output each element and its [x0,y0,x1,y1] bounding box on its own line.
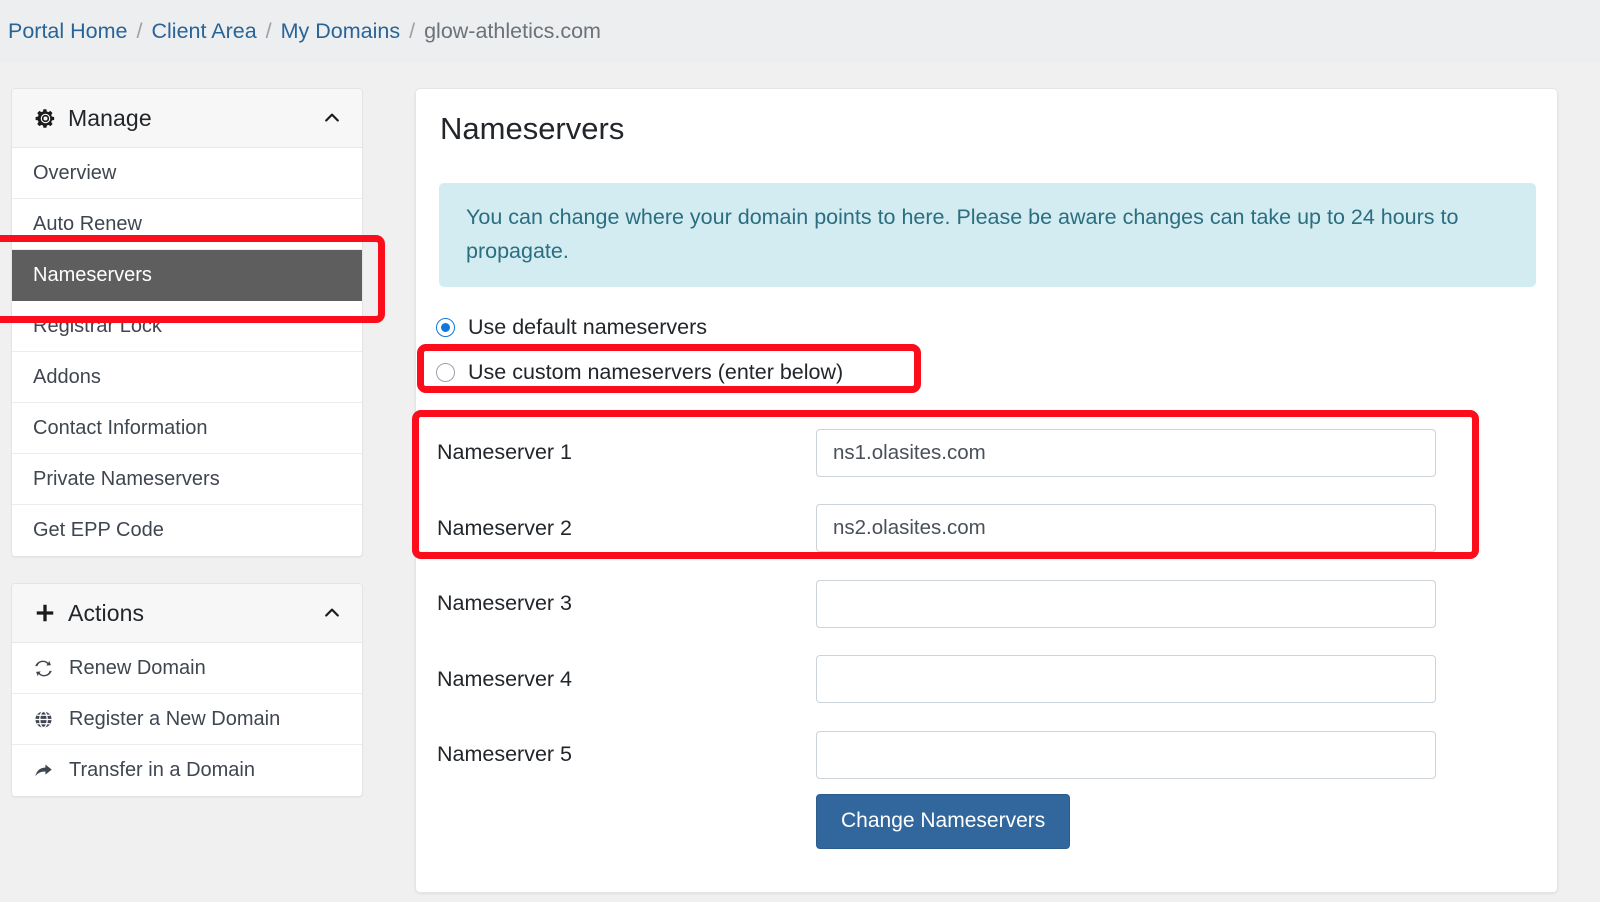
action-item-label: Register a New Domain [69,707,281,730]
sidebar-item-label: Get EPP Code [33,519,164,541]
nameserver-row-3: Nameserver 3 [436,566,1536,642]
submit-area: Change Nameservers [816,794,1071,849]
globe-icon [33,709,58,730]
breadcrumb-item-current-domain: glow-athletics.com [424,18,601,43]
chevron-up-icon[interactable] [321,602,343,624]
sidebar-item-label: Auto Renew [33,212,142,235]
breadcrumb-item-my-domains[interactable]: My Domains [281,19,400,44]
nameserver-3-input[interactable] [816,579,1436,628]
sidebar-item-nameservers[interactable]: Nameservers [12,250,362,301]
nameserver-row-2: Nameserver 2 [436,491,1536,567]
share-arrow-icon [33,760,58,781]
sidebar: Manage Overview Auto Renew Nameservers R… [11,88,363,797]
manage-panel-header[interactable]: Manage [12,89,362,148]
actions-panel-title: Actions [68,599,145,626]
breadcrumb-item-portal-home[interactable]: Portal Home [8,19,128,44]
nameserver-1-input[interactable] [816,428,1436,477]
page-root: Portal Home / Client Area / My Domains /… [0,0,1600,902]
breadcrumb-separator: / [409,18,416,43]
actions-panel-header[interactable]: Actions [12,584,362,643]
action-item-renew-domain[interactable]: Renew Domain [12,643,362,694]
sidebar-item-registrar-lock[interactable]: Registrar Lock [12,301,362,352]
plus-icon [33,601,57,625]
sidebar-item-overview[interactable]: Overview [12,148,362,199]
radio-indicator-default[interactable] [436,317,455,337]
sidebar-item-get-epp-code[interactable]: Get EPP Code [12,505,362,556]
nameserver-5-input[interactable] [816,730,1436,779]
action-item-label: Transfer in a Domain [69,759,255,781]
manage-panel: Manage Overview Auto Renew Nameservers R… [11,88,363,557]
radio-use-default-nameservers[interactable]: Use default nameservers [436,308,843,346]
gear-icon [33,106,57,130]
sidebar-item-auto-renew[interactable]: Auto Renew [12,199,362,250]
nameserver-1-label: Nameserver 1 [437,440,573,465]
nameserver-2-label: Nameserver 2 [437,515,573,540]
sidebar-item-label: Addons [33,365,101,388]
manage-panel-title: Manage [68,104,152,131]
sidebar-item-label: Contact Information [33,416,208,439]
nameserver-4-input[interactable] [816,655,1436,704]
sidebar-item-contact-information[interactable]: Contact Information [12,403,362,454]
nameserver-row-4: Nameserver 4 [436,642,1536,718]
info-alert: You can change where your domain points … [439,183,1536,287]
sidebar-item-private-nameservers[interactable]: Private Nameservers [12,454,362,505]
breadcrumb-item-client-area[interactable]: Client Area [151,19,256,44]
nameserver-3-label: Nameserver 3 [437,591,573,616]
page-title: Nameservers [440,111,625,146]
chevron-up-icon[interactable] [321,107,343,129]
change-nameservers-button[interactable]: Change Nameservers [816,794,1071,849]
nameservers-panel: Nameservers You can change where your do… [415,88,1558,893]
nameserver-2-input[interactable] [816,504,1436,553]
radio-label-default: Use default nameservers [468,314,707,339]
action-item-label: Renew Domain [69,656,206,679]
nameserver-row-5: Nameserver 5 [436,717,1536,793]
sidebar-item-label: Nameservers [33,263,152,286]
nameserver-5-label: Nameserver 5 [437,742,573,767]
radio-label-custom: Use custom nameservers (enter below) [468,359,844,384]
sidebar-item-label: Overview [33,161,117,184]
refresh-icon [33,658,58,679]
sidebar-item-addons[interactable]: Addons [12,352,362,403]
nameserver-4-label: Nameserver 4 [437,666,573,691]
sidebar-item-label: Private Nameservers [33,467,220,490]
action-item-register-new-domain[interactable]: Register a New Domain [12,694,362,745]
nameserver-fields: Nameserver 1 Nameserver 2 Nameserver 3 N… [436,415,1536,793]
actions-panel: Actions Renew Domain Register a New Doma… [11,583,363,797]
breadcrumb-separator: / [265,18,272,43]
nameserver-mode-radio-group: Use default nameservers Use custom names… [436,308,843,391]
action-item-transfer-in-domain[interactable]: Transfer in a Domain [12,745,362,796]
radio-use-custom-nameservers[interactable]: Use custom nameservers (enter below) [436,353,843,391]
sidebar-item-label: Registrar Lock [33,314,162,337]
radio-indicator-custom[interactable] [436,362,455,382]
breadcrumb: Portal Home / Client Area / My Domains /… [0,0,1600,62]
nameserver-row-1: Nameserver 1 [436,415,1536,491]
breadcrumb-separator: / [136,18,143,43]
